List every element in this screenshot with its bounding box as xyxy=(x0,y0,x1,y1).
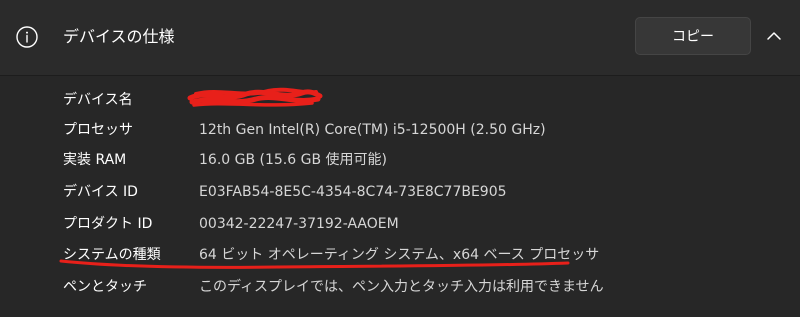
spec-label: デバイス名 xyxy=(63,92,133,108)
panel-header[interactable]: デバイスの仕様 コピー xyxy=(0,0,800,75)
spec-label: プロダクト ID xyxy=(63,216,153,232)
spec-row-device-name: デバイス名 xyxy=(0,85,800,115)
spec-value[interactable]: 16.0 GB (15.6 GB 使用可能) xyxy=(199,150,387,170)
spec-row-device-id: デバイス ID E03FAB54-8E5C-4354-8C74-73E8C77B… xyxy=(0,177,800,207)
spec-label: 実装 RAM xyxy=(63,152,127,168)
spec-row-ram: 実装 RAM 16.0 GB (15.6 GB 使用可能) xyxy=(0,145,800,175)
chevron-up-icon[interactable] xyxy=(765,27,783,45)
spec-value[interactable]: 12th Gen Intel(R) Core(TM) i5-12500H (2.… xyxy=(199,120,546,140)
spec-label: ペンとタッチ xyxy=(63,279,147,295)
info-icon xyxy=(16,26,38,48)
spec-value[interactable]: E03FAB54-8E5C-4354-8C74-73E8C77BE905 xyxy=(199,182,507,202)
panel-title: デバイスの仕様 xyxy=(63,27,175,46)
spec-label: プロセッサ xyxy=(63,122,133,138)
spec-row-pen-touch: ペンとタッチ このディスプレイでは、ペン入力とタッチ入力は利用できません xyxy=(0,272,800,302)
spec-row-product-id: プロダクト ID 00342-22247-37192-AAOEM xyxy=(0,209,800,239)
redaction-scribble xyxy=(187,87,323,107)
spec-value[interactable]: 00342-22247-37192-AAOEM xyxy=(199,214,399,234)
spec-label: デバイス ID xyxy=(63,184,138,200)
copy-button[interactable]: コピー xyxy=(635,17,751,55)
spec-value[interactable]: このディスプレイでは、ペン入力とタッチ入力は利用できません xyxy=(199,277,604,297)
spec-row-processor: プロセッサ 12th Gen Intel(R) Core(TM) i5-1250… xyxy=(0,115,800,145)
device-specifications-panel: デバイスの仕様 コピー デバイス名 プロセッサ 12th Gen Intel(R… xyxy=(0,0,800,317)
annotation-underline xyxy=(59,259,570,269)
